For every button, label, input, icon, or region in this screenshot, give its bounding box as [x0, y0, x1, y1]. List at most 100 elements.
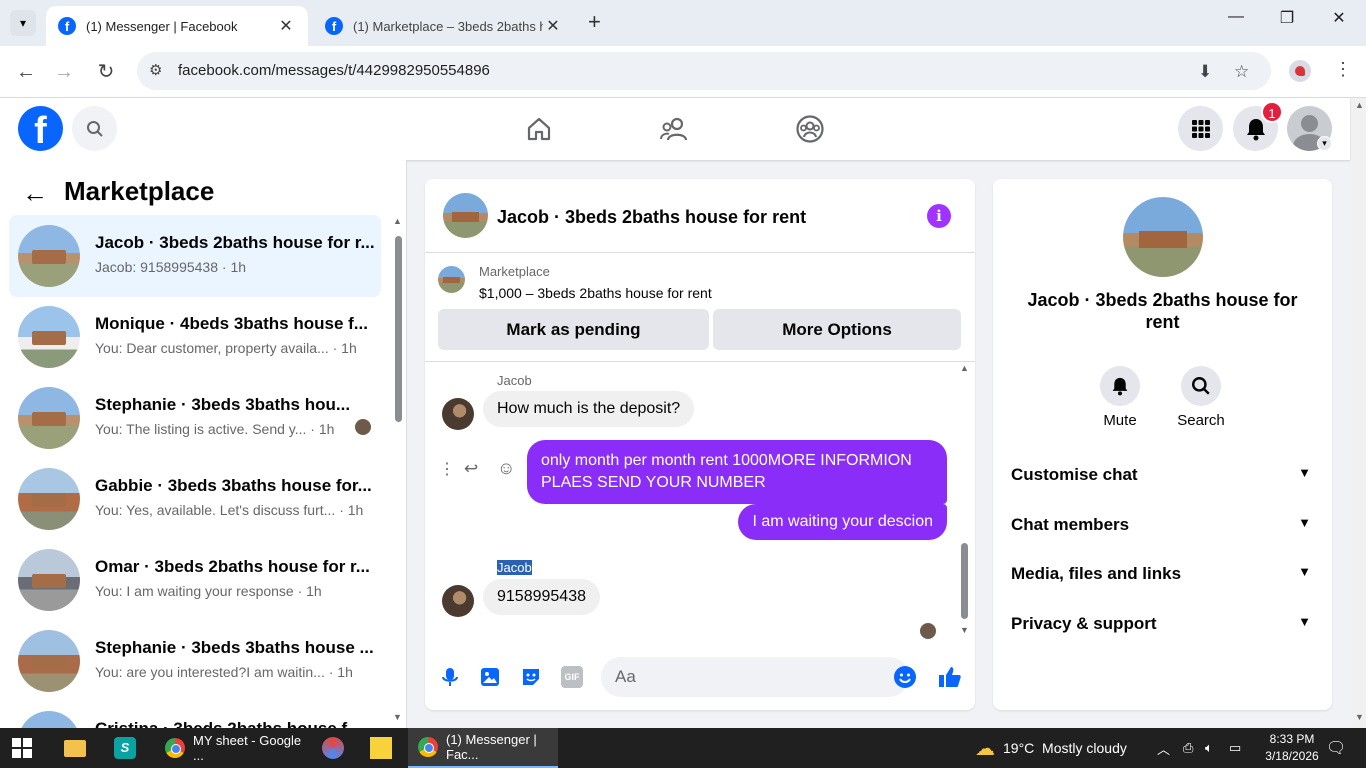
close-tab-icon[interactable]: ✕ [276, 16, 296, 36]
site-info-icon[interactable]: ⚙ [149, 61, 162, 79]
outgoing-message[interactable]: only month per month rent 1000MORE INFOR… [527, 440, 947, 504]
tab-messenger[interactable]: f (1) Messenger | Facebook ✕ [46, 6, 308, 46]
network-icon[interactable]: ⎙ [1183, 728, 1193, 768]
menu-grid-button[interactable] [1178, 106, 1223, 151]
chat-members-section[interactable]: Chat members ▼ [1011, 515, 1311, 535]
chat-avatar[interactable] [443, 193, 488, 238]
customise-chat-section[interactable]: Customise chat ▼ [1011, 465, 1311, 485]
search-action[interactable]: Search [1177, 366, 1225, 429]
close-window-button[interactable]: ✕ [1316, 8, 1362, 28]
groups-nav-button[interactable] [793, 112, 827, 146]
bookmark-star-icon[interactable]: ☆ [1234, 62, 1249, 82]
listing-thumbnail [18, 468, 80, 530]
omnibox[interactable]: ⚙ facebook.com/messages/t/44299829505548… [137, 52, 1271, 90]
sticker-icon[interactable] [520, 666, 542, 688]
react-emoji-icon[interactable]: ☺ [497, 458, 515, 479]
tab-marketplace[interactable]: f (1) Marketplace – 3beds 2baths ho ✕ [313, 6, 575, 46]
notification-center-icon[interactable]: 🗨︎ [1326, 728, 1346, 768]
taskbar-app-messenger[interactable]: (1) Messenger | Fac... [408, 728, 558, 768]
conversation-item[interactable]: Omar · 3beds 2baths house for r... You: … [9, 539, 381, 621]
new-tab-button[interactable]: + [588, 9, 601, 35]
friends-nav-button[interactable] [657, 112, 691, 146]
browser-menu-icon[interactable]: ⋮ [1334, 59, 1352, 80]
back-arrow-icon[interactable]: ← [22, 178, 48, 209]
chat-title[interactable]: Jacob · 3beds 2baths house for rent [497, 207, 806, 228]
file-explorer-icon[interactable] [64, 728, 86, 768]
message-composer: GIF Aa [425, 649, 975, 709]
facebook-logo-icon[interactable]: f [18, 106, 63, 152]
tab-search-button[interactable]: ▾ [10, 10, 36, 36]
incoming-message[interactable]: 9158995438 [483, 579, 600, 615]
chevron-down-icon: ▼ [1298, 564, 1311, 579]
forward-button[interactable]: → [50, 58, 78, 86]
chat-details-panel: Jacob · 3beds 2baths house for rent Mute… [993, 179, 1332, 710]
mark-as-pending-button[interactable]: Mark as pending [438, 309, 709, 350]
privacy-support-section[interactable]: Privacy & support ▼ [1011, 614, 1311, 634]
profile-avatar-icon[interactable] [1289, 60, 1311, 82]
home-nav-button[interactable] [522, 112, 556, 146]
app-pinned-icon[interactable] [322, 728, 344, 768]
url-text[interactable]: facebook.com/messages/t/4429982950554896 [178, 62, 490, 79]
conversation-item[interactable]: Stephanie · 3beds 3baths hou... You: The… [9, 377, 381, 459]
back-button[interactable]: ← [12, 58, 40, 86]
message-input[interactable]: Aa [601, 657, 909, 697]
search-icon [1192, 377, 1210, 395]
outgoing-message[interactable]: I am waiting your descion [738, 504, 947, 540]
details-avatar[interactable] [1123, 197, 1203, 277]
sidebar-scrollbar[interactable]: ▲ ▼ [392, 216, 403, 726]
clock[interactable]: 8:33 PM 3/18/2026 [1262, 731, 1322, 765]
reload-button[interactable]: ↻ [92, 58, 120, 86]
mute-action[interactable]: Mute [1100, 366, 1140, 429]
like-thumbs-up-icon[interactable] [937, 664, 963, 690]
weather-widget[interactable]: ☁ 19°C Mostly cloudy [975, 728, 1127, 768]
tab-title: (1) Marketplace – 3beds 2baths ho [353, 18, 543, 34]
chat-scrollbar[interactable]: ▲ ▼ [958, 363, 971, 639]
incoming-message[interactable]: How much is the deposit? [483, 391, 695, 427]
app-s-icon[interactable]: S [114, 728, 136, 768]
more-options-button[interactable]: More Options [713, 309, 961, 350]
conversation-item[interactable]: Cristina · 3beds 2baths house f... [9, 701, 381, 728]
details-name: Jacob · 3beds 2baths house for rent [1027, 290, 1298, 332]
conversation-item[interactable]: Monique · 4beds 3baths house f... You: D… [9, 296, 381, 378]
conversation-snippet: You: I am waiting your response · 1h [95, 583, 322, 599]
install-app-icon[interactable]: ⬇ [1198, 62, 1212, 82]
search-button[interactable] [72, 106, 117, 151]
media-files-links-section[interactable]: Media, files and links ▼ [1011, 564, 1311, 584]
minimize-button[interactable]: — [1213, 8, 1259, 26]
conversation-name: Stephanie · 3beds 3baths house ... [95, 638, 374, 657]
display-icon[interactable]: ▭ [1229, 728, 1241, 768]
show-hidden-icons-chevron-icon[interactable]: ︿ [1157, 728, 1170, 768]
volume-icon[interactable]: 🔈︎ [1205, 728, 1213, 768]
sender-avatar[interactable] [442, 398, 474, 430]
reply-icon[interactable]: ↩ [464, 459, 478, 479]
chat-header: Jacob · 3beds 2baths house for rent i [425, 179, 975, 253]
time-text: 8:33 PM [1269, 732, 1315, 746]
taskbar-app-sheet[interactable]: MY sheet - Google ... [155, 728, 305, 768]
sticky-notes-icon[interactable] [370, 728, 392, 768]
home-icon [527, 117, 551, 141]
listing-thumbnail[interactable] [438, 266, 465, 293]
listing-thumbnail [18, 630, 80, 692]
more-actions-icon[interactable]: ⋮ [439, 459, 455, 479]
maximize-button[interactable]: ❐ [1264, 8, 1310, 28]
listing-price-title[interactable]: $1,000 – 3beds 2baths house for rent [479, 285, 712, 301]
info-icon[interactable]: i [927, 204, 951, 228]
photo-icon[interactable] [479, 666, 501, 688]
taskbar-app-label: (1) Messenger | Fac... [446, 732, 537, 762]
account-chevron-down-icon[interactable]: ▾ [1317, 136, 1332, 151]
close-tab-icon[interactable]: ✕ [543, 16, 563, 36]
read-receipt-avatar [920, 623, 936, 639]
conversation-item[interactable]: Gabbie · 3beds 3baths house for... You: … [9, 458, 381, 540]
conversation-item[interactable]: Stephanie · 3beds 3baths house ... You: … [9, 620, 381, 702]
conversation-item[interactable]: Jacob · 3beds 2baths house for r... Jaco… [9, 215, 381, 297]
start-button[interactable] [12, 728, 32, 768]
browser-tab-strip: ▾ f (1) Messenger | Facebook ✕ f (1) Mar… [0, 0, 1366, 46]
microphone-icon[interactable] [439, 666, 461, 688]
chevron-down-icon: ▼ [1298, 515, 1311, 530]
emoji-icon[interactable] [893, 665, 917, 689]
sender-avatar[interactable] [442, 585, 474, 617]
page-scrollbar[interactable]: ▲ ▼ [1352, 98, 1366, 728]
gif-icon[interactable]: GIF [561, 666, 583, 688]
conversation-name: Omar · 3beds 2baths house for r... [95, 557, 370, 576]
windows-logo-icon [12, 738, 32, 758]
